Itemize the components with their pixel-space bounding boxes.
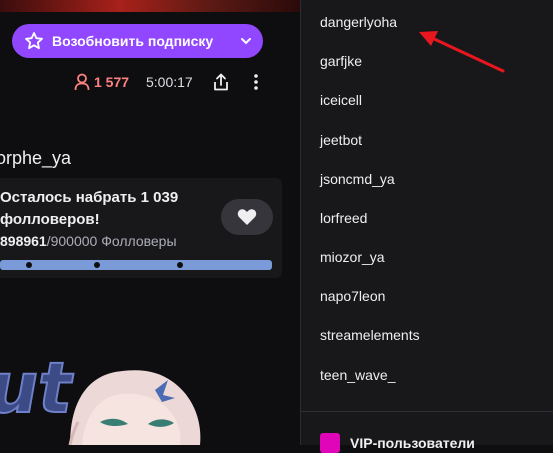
share-icon[interactable] xyxy=(212,72,230,92)
stream-artwork: ut xyxy=(0,350,201,445)
viewer-icon xyxy=(74,73,90,91)
viewer-list-item[interactable]: iceicell xyxy=(320,92,362,108)
goal-progress-text: 898961/900000 Фолловеры xyxy=(0,233,177,249)
follower-goal-card: Осталось набрать 1 039 фолловеров! 89896… xyxy=(0,178,282,278)
progress-marker xyxy=(94,262,100,268)
vip-section-title: VIP-пользователи xyxy=(350,435,475,451)
star-icon xyxy=(25,32,43,50)
viewer-list-item[interactable]: lorfreed xyxy=(320,210,367,226)
goal-progress-bar xyxy=(0,260,272,270)
more-options-icon[interactable] xyxy=(248,72,264,92)
viewer-list-item[interactable]: dangerlyoha xyxy=(320,14,397,30)
viewer-list-panel: dangerlyoha garfjke iceicell jeetbot jso… xyxy=(300,0,553,453)
viewer-list-item[interactable]: jeetbot xyxy=(320,132,362,148)
viewer-list-item[interactable]: jsoncmd_ya xyxy=(320,171,395,187)
svg-text:ut: ut xyxy=(0,350,80,429)
channel-name[interactable]: orphe_ya xyxy=(0,148,71,169)
goal-text: Осталось набрать 1 039 фолловеров! xyxy=(0,189,179,228)
resubscribe-label: Возобновить подписку xyxy=(52,33,214,49)
viewer-list-item[interactable]: streamelements xyxy=(320,327,420,343)
goal-current: 898961 xyxy=(0,233,47,249)
chevron-down-icon[interactable] xyxy=(239,34,253,48)
viewer-list-item[interactable]: garfjke xyxy=(320,53,362,69)
stream-uptime: 5:00:17 xyxy=(146,74,193,90)
goal-target: /900000 Фолловеры xyxy=(46,233,177,249)
resubscribe-button[interactable]: Возобновить подписку xyxy=(12,24,263,58)
section-divider xyxy=(301,411,553,412)
vip-section-header: VIP-пользователи xyxy=(320,433,475,453)
stream-area: Возобновить подписку 1 577 5:00:17 orphe… xyxy=(0,0,300,445)
progress-marker xyxy=(26,262,32,268)
vip-badge-icon xyxy=(320,433,340,453)
progress-marker xyxy=(177,262,183,268)
viewer-list-item[interactable]: napo7leon xyxy=(320,288,385,304)
follow-button[interactable] xyxy=(221,199,273,235)
stream-stats: 1 577 5:00:17 xyxy=(0,72,300,92)
viewer-count: 1 577 xyxy=(94,74,130,90)
viewer-list-item[interactable]: miozor_ya xyxy=(320,249,385,265)
heart-icon xyxy=(237,209,257,225)
viewer-list-item[interactable]: teen_wave_ xyxy=(320,367,396,383)
video-player[interactable] xyxy=(0,0,300,12)
